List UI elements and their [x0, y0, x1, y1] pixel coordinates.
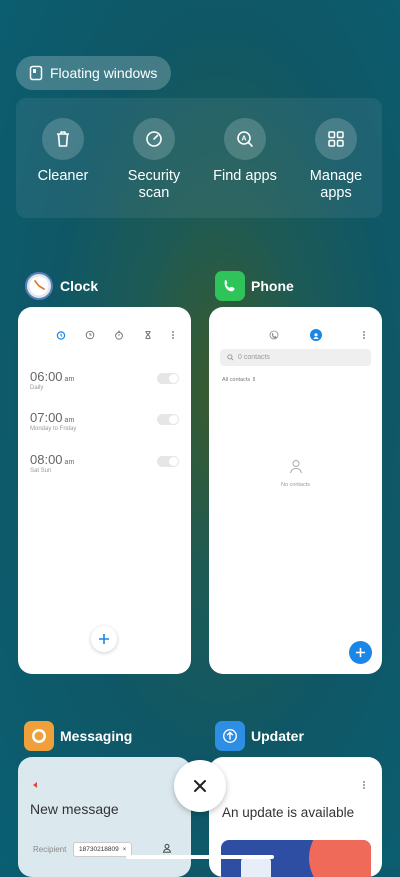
- contacts-filter-dropdown[interactable]: All contacts ⇕: [222, 377, 256, 383]
- recipient-chip[interactable]: 18730218809 ×: [73, 842, 133, 857]
- alarm-repeat: Daily: [30, 385, 44, 391]
- world-clock-icon[interactable]: [85, 330, 95, 340]
- messaging-app-card[interactable]: New message Recipient 18730218809 ×: [18, 757, 191, 877]
- close-icon: [194, 780, 206, 792]
- security-scan-button[interactable]: Security scan: [109, 118, 199, 202]
- search-apps-icon: A: [237, 131, 253, 147]
- floating-windows-label: Floating windows: [50, 65, 158, 81]
- messaging-app-title: Messaging: [60, 728, 133, 744]
- update-heading: An update is available: [222, 805, 355, 820]
- clock-app-title: Clock: [60, 278, 99, 294]
- messaging-app-icon: [24, 721, 54, 751]
- add-contact-button[interactable]: [349, 641, 372, 664]
- alarm-repeat: Sat Sun: [30, 468, 52, 474]
- cleaner-button[interactable]: Cleaner: [18, 118, 108, 185]
- phone-app-header: Phone: [215, 271, 294, 301]
- alarm-ampm: am: [64, 459, 75, 466]
- alarm-row[interactable]: 07:00 am Monday to Friday: [30, 410, 179, 432]
- empty-contacts-label: No contacts: [280, 482, 311, 488]
- svg-text:A: A: [241, 136, 246, 143]
- clock-app-header: Clock: [24, 271, 98, 301]
- more-icon[interactable]: [359, 330, 369, 340]
- close-all-button[interactable]: [174, 760, 226, 812]
- find-apps-label: Find apps: [213, 168, 277, 184]
- search-icon: [227, 354, 234, 361]
- more-icon[interactable]: [359, 780, 369, 790]
- messaging-app-header: Messaging: [24, 721, 132, 751]
- contact-picker-icon[interactable]: [162, 843, 172, 853]
- phone-app-icon: [215, 271, 245, 301]
- person-icon: [289, 460, 302, 474]
- stopwatch-icon[interactable]: [114, 330, 124, 340]
- alarm-toggle[interactable]: [157, 414, 179, 425]
- recipient-value: 18730218809: [79, 846, 119, 853]
- plus-icon: [355, 647, 366, 658]
- updater-app-card[interactable]: An update is available: [209, 757, 382, 877]
- updater-app-title: Updater: [251, 728, 304, 744]
- alarm-row[interactable]: 08:00 am Sat Sun: [30, 452, 179, 474]
- quick-actions-panel: Cleaner Security scan A Find apps Manage…: [16, 98, 382, 218]
- alarm-toggle[interactable]: [157, 373, 179, 384]
- contacts-search-input[interactable]: 0 contacts: [220, 349, 371, 366]
- search-placeholder: 0 contacts: [238, 354, 270, 361]
- window-icon: [29, 65, 43, 81]
- back-icon[interactable]: [31, 781, 39, 789]
- contacts-tab-icon[interactable]: [310, 329, 322, 341]
- security-scan-label: Security scan: [127, 168, 181, 201]
- trash-icon: [57, 131, 69, 147]
- grid-icon: [328, 131, 344, 147]
- clock-app-icon: [24, 271, 54, 301]
- remove-recipient-icon[interactable]: ×: [123, 847, 127, 853]
- manage-apps-button[interactable]: Manage apps: [291, 118, 381, 202]
- updater-app-header: Updater: [215, 721, 304, 751]
- empty-contacts-state: No contacts: [209, 458, 382, 488]
- alarm-toggle[interactable]: [157, 456, 179, 467]
- alarm-ampm: am: [64, 376, 75, 383]
- find-apps-button[interactable]: A Find apps: [200, 118, 290, 185]
- filter-label: All contacts: [222, 377, 251, 383]
- alarm-time: 06:00: [30, 369, 63, 384]
- clock-app-card[interactable]: 06:00 am Daily 07:00 am Monday to Friday 0…: [18, 307, 191, 674]
- timer-icon[interactable]: [143, 330, 153, 340]
- alarm-repeat: Monday to Friday: [30, 426, 77, 432]
- alarm-row[interactable]: 06:00 am Daily: [30, 369, 179, 391]
- add-alarm-button[interactable]: [91, 626, 117, 652]
- floating-windows-button[interactable]: Floating windows: [16, 56, 172, 90]
- call-log-icon[interactable]: [269, 330, 279, 340]
- phone-app-title: Phone: [251, 278, 294, 294]
- alarm-icon[interactable]: [56, 330, 66, 340]
- alarm-ampm: am: [64, 417, 75, 424]
- alarm-time: 07:00: [30, 410, 63, 425]
- gauge-icon: [146, 131, 162, 147]
- plus-icon: [99, 634, 109, 644]
- alarm-time: 08:00: [30, 452, 63, 467]
- chevron-updown-icon: ⇕: [251, 377, 257, 383]
- more-icon[interactable]: [168, 330, 178, 340]
- recipient-label: Recipient: [33, 845, 67, 854]
- updater-app-icon: [215, 721, 245, 751]
- home-indicator[interactable]: [126, 855, 274, 859]
- manage-apps-label: Manage apps: [309, 168, 363, 201]
- phone-app-card[interactable]: 0 contacts All contacts ⇕ No contacts: [209, 307, 382, 674]
- cleaner-label: Cleaner: [37, 168, 89, 184]
- message-heading: New message: [30, 801, 119, 817]
